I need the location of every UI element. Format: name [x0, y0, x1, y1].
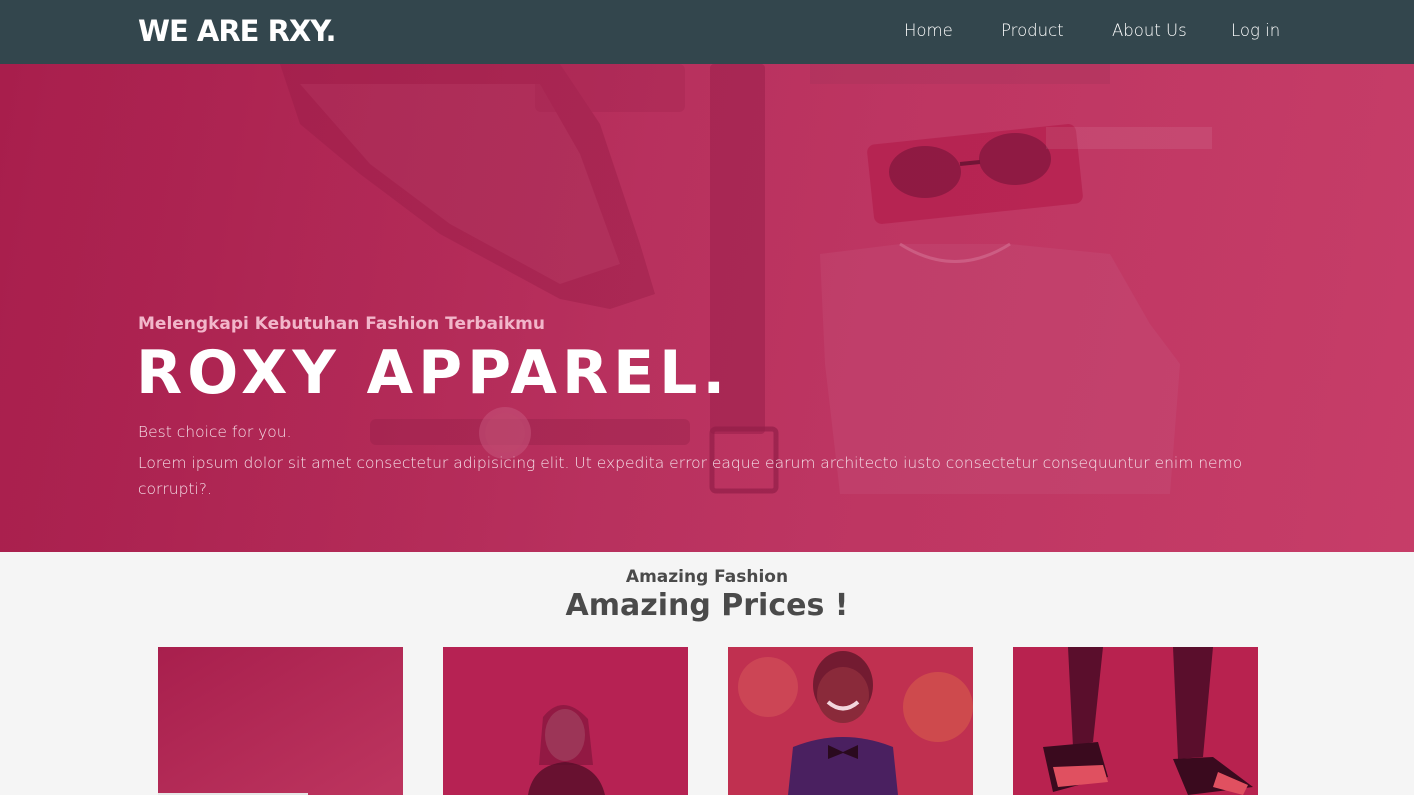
- nav-link-about-us[interactable]: About Us: [1112, 21, 1187, 40]
- product-image-4: [1013, 647, 1258, 795]
- nav-link-log-in[interactable]: Log in: [1231, 21, 1280, 40]
- nav-link-product[interactable]: Product: [1001, 21, 1064, 40]
- nav-link-home[interactable]: Home: [904, 21, 953, 40]
- product-image-2: [443, 647, 688, 795]
- hero-tagline: Melengkapi Kebutuhan Fashion Terbaikmu: [138, 314, 545, 334]
- brand-logo[interactable]: WE ARE RXY.: [138, 14, 336, 48]
- section-title: Amazing Prices !: [565, 588, 849, 623]
- hero-faint-label: [1046, 127, 1212, 149]
- product-card-3[interactable]: [728, 647, 973, 795]
- section-kicker: Amazing Fashion: [625, 567, 789, 587]
- navbar: WE ARE RXY. Home Product About Us Log in: [0, 0, 1414, 64]
- hero-banner: Melengkapi Kebutuhan Fashion Terbaikmu R…: [0, 64, 1414, 552]
- hero-description: Lorem ipsum dolor sit amet consectetur a…: [138, 454, 1243, 498]
- product-image-3: [728, 647, 973, 795]
- product-image-1: [158, 647, 403, 795]
- product-card-1[interactable]: [158, 647, 403, 795]
- product-card-4[interactable]: [1013, 647, 1258, 795]
- hero-title: ROXY APPAREL.: [136, 338, 731, 408]
- hero-subtitle: Best choice for you.: [138, 423, 292, 441]
- product-card-2[interactable]: [443, 647, 688, 795]
